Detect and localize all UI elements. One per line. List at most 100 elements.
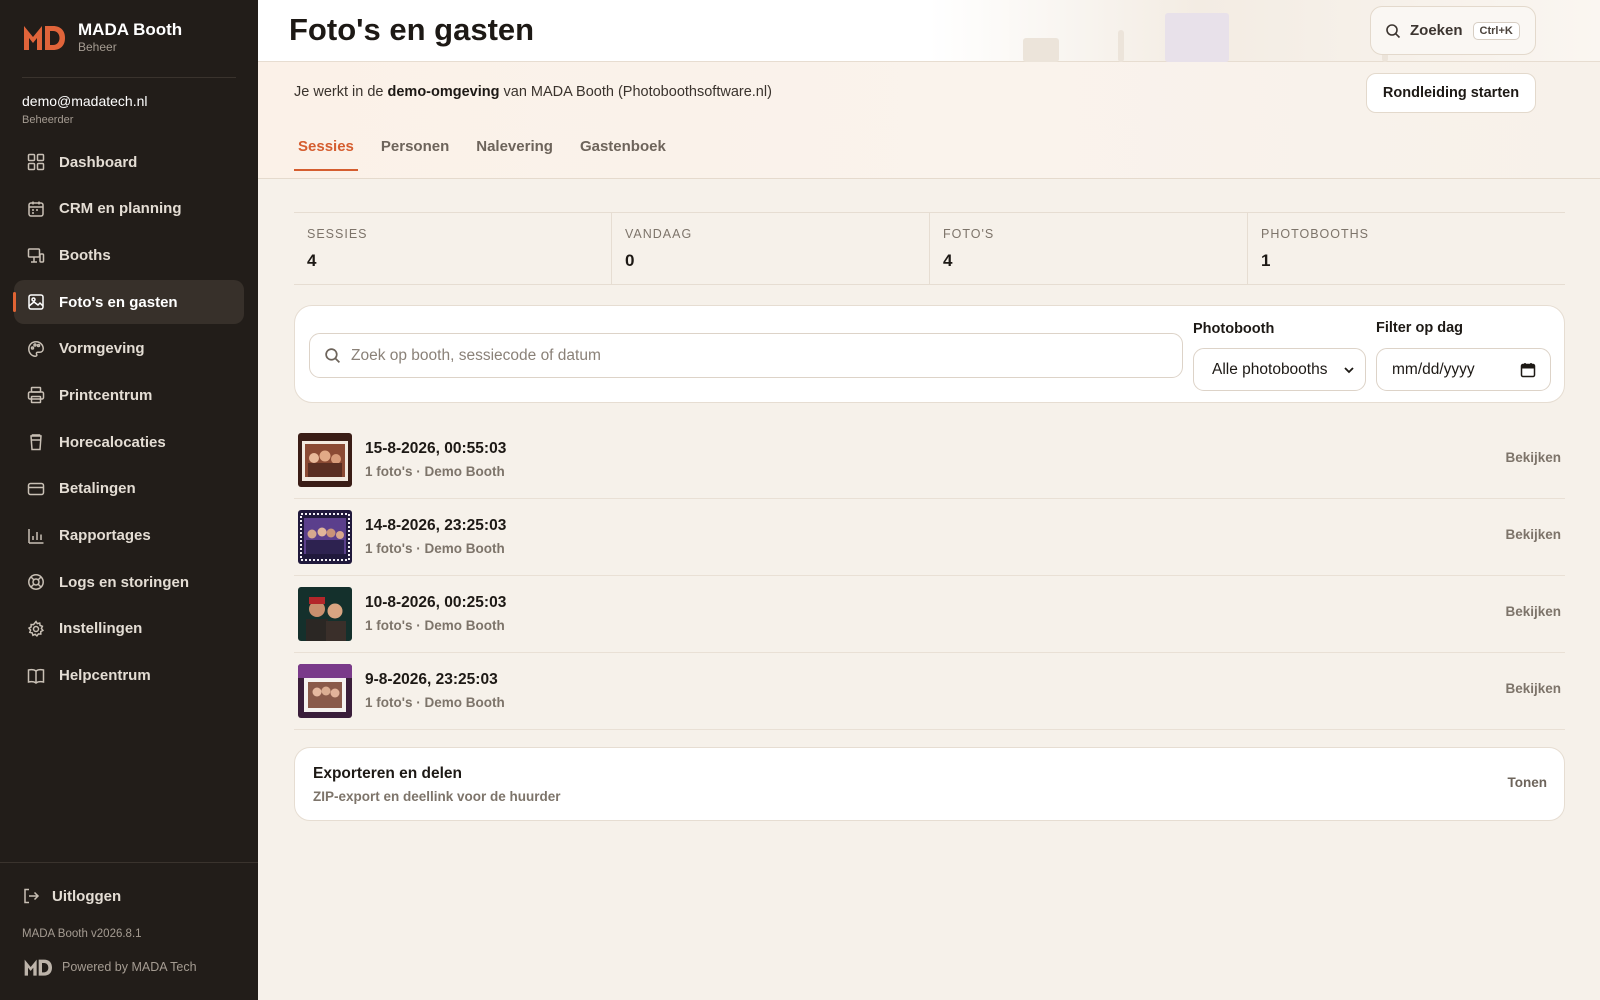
view-session-button[interactable]: Bekijken [1505,681,1561,696]
show-export-button[interactable]: Tonen [1508,775,1548,790]
tab-delivery[interactable]: Nalevering [472,138,557,171]
session-search-field[interactable] [309,333,1183,378]
session-row[interactable]: 9-8-2026, 23:25:03 1 foto's · Demo Booth… [294,653,1565,730]
sidebar-item-help[interactable]: Helpcentrum [14,654,244,698]
tab-guestbook[interactable]: Gastenboek [576,138,670,171]
stat-label: SESSIES [307,227,368,241]
divider [22,77,236,78]
view-session-button[interactable]: Bekijken [1505,527,1561,542]
session-row[interactable]: 14-8-2026, 23:25:03 1 foto's · Demo Boot… [294,499,1565,576]
sidebar-item-label: Booths [59,246,111,264]
sidebar-item-label: Betalingen [59,480,136,498]
session-meta: 1 foto's · Demo Booth [365,618,505,633]
filter-card: Photobooth Alle photobooths Filter op da… [294,305,1565,403]
view-session-button[interactable]: Bekijken [1505,450,1561,465]
sidebar-item-venues[interactable]: Horecalocaties [14,420,244,464]
session-meta: 1 foto's · Demo Booth [365,464,505,479]
search-button-label: Zoeken [1410,22,1463,39]
stat-value: 0 [625,251,635,270]
decorative-shape [1023,38,1059,62]
chevron-down-icon [1344,366,1354,373]
sidebar-item-payments[interactable]: Betalingen [14,467,244,511]
session-list: 15-8-2026, 00:55:03 1 foto's · Demo Boot… [294,422,1565,730]
sidebar-item-label: Foto's en gasten [59,293,178,311]
logout-icon [24,888,40,904]
session-row[interactable]: 15-8-2026, 00:55:03 1 foto's · Demo Boot… [294,422,1565,499]
start-tour-button[interactable]: Rondleiding starten [1366,73,1536,113]
decorative-shape [1118,30,1124,62]
sidebar-item-photos-guests[interactable]: Foto's en gasten [13,280,244,325]
divider [0,862,258,863]
calendar-icon[interactable] [1520,362,1536,378]
bar-chart-icon [28,528,44,544]
session-thumbnail[interactable] [298,433,352,487]
stat-photos: FOTO'S 4 [930,213,1248,284]
sidebar-item-label: CRM en planning [59,200,182,218]
search-button[interactable]: Zoeken Ctrl+K [1370,6,1536,55]
venue-icon [30,434,42,451]
session-row[interactable]: 10-8-2026, 00:25:03 1 foto's · Demo Boot… [294,576,1565,653]
session-date: 10-8-2026, 00:25:03 [365,594,507,611]
powered-label: Powered by MADA Tech [62,960,197,974]
sidebar-item-label: Dashboard [59,153,138,171]
session-thumbnail[interactable] [298,664,352,718]
view-session-button[interactable]: Bekijken [1505,604,1561,619]
logout-button[interactable]: Uitloggen [22,887,121,905]
tab-bar: Sessies Personen Nalevering Gastenboek [294,138,689,171]
user-info: demo@madatech.nl Beheerder [22,92,148,127]
sidebar-item-crm[interactable]: CRM en planning [14,187,244,231]
keyboard-shortcut: Ctrl+K [1472,21,1520,40]
sidebar-item-design[interactable]: Vormgeving [14,327,244,371]
date-placeholder: mm/dd/yyyy [1392,360,1475,378]
stat-label: FOTO'S [943,227,995,241]
sidebar-item-label: Vormgeving [59,340,145,358]
credit-card-icon [27,482,45,496]
demo-notice-highlight: demo-omgeving [387,84,500,100]
stat-value: 1 [1261,251,1271,270]
sidebar-item-label: Printcentrum [59,386,153,404]
booth-icon [27,248,45,264]
sidebar-item-label: Helpcentrum [59,667,151,685]
export-title: Exporteren en delen [313,765,463,782]
session-search-input[interactable] [351,346,1151,365]
sidebar-item-reports[interactable]: Rapportages [14,514,244,558]
session-thumbnail[interactable] [298,587,352,641]
subheader: Je werkt in de demo-omgeving van MADA Bo… [258,62,1600,179]
photobooth-select[interactable]: Alle photobooths [1193,348,1366,391]
tab-persons[interactable]: Personen [377,138,453,171]
photobooth-filter-label: Photobooth [1193,321,1275,337]
tab-sessions[interactable]: Sessies [294,138,358,171]
decorative-shape [1165,13,1229,62]
gear-icon [27,620,45,637]
session-thumbnail[interactable] [298,510,352,564]
search-icon [1386,23,1401,38]
sidebar-item-print-center[interactable]: Printcentrum [14,373,244,417]
user-role: Beheerder [22,114,74,126]
sidebar-item-logs[interactable]: Logs en storingen [14,560,244,604]
sidebar-item-settings[interactable]: Instellingen [14,607,244,651]
user-email: demo@madatech.nl [22,93,148,109]
calendar-icon [28,201,44,217]
sidebar-item-booths[interactable]: Booths [14,233,244,277]
sidebar-nav: Dashboard CRM en planning Booths Foto's … [13,140,244,700]
top-header: Foto's en gasten Zoeken Ctrl+K [258,0,1600,62]
sidebar: MADA Booth Beheer demo@madatech.nl Behee… [0,0,258,1000]
stat-photobooths: PHOTOBOOTHS 1 [1248,213,1565,284]
brand[interactable]: MADA Booth Beheer [22,20,182,54]
lifebuoy-icon [28,574,44,591]
sidebar-item-label: Rapportages [59,527,151,544]
sidebar-item-dashboard[interactable]: Dashboard [14,140,244,184]
session-date: 15-8-2026, 00:55:03 [365,440,507,457]
stat-label: VANDAAG [625,227,693,241]
dashboard-icon [27,153,45,171]
logout-label: Uitloggen [52,887,122,905]
demo-notice-suffix: van MADA Booth (Photoboothsoftware.nl) [503,84,772,100]
session-meta: 1 foto's · Demo Booth [365,695,505,710]
mada-logo-icon [24,26,65,50]
export-card[interactable]: Exporteren en delen ZIP-export en deelli… [294,747,1565,821]
mada-tech-logo-icon [24,959,52,976]
stat-label: PHOTOBOOTHS [1261,227,1370,241]
date-filter-input[interactable]: mm/dd/yyyy [1376,348,1551,391]
demo-notice-prefix: Je werkt in de [294,84,384,100]
stats-bar: SESSIES 4 VANDAAG 0 FOTO'S 4 PHOTOBOOTHS… [294,212,1565,285]
